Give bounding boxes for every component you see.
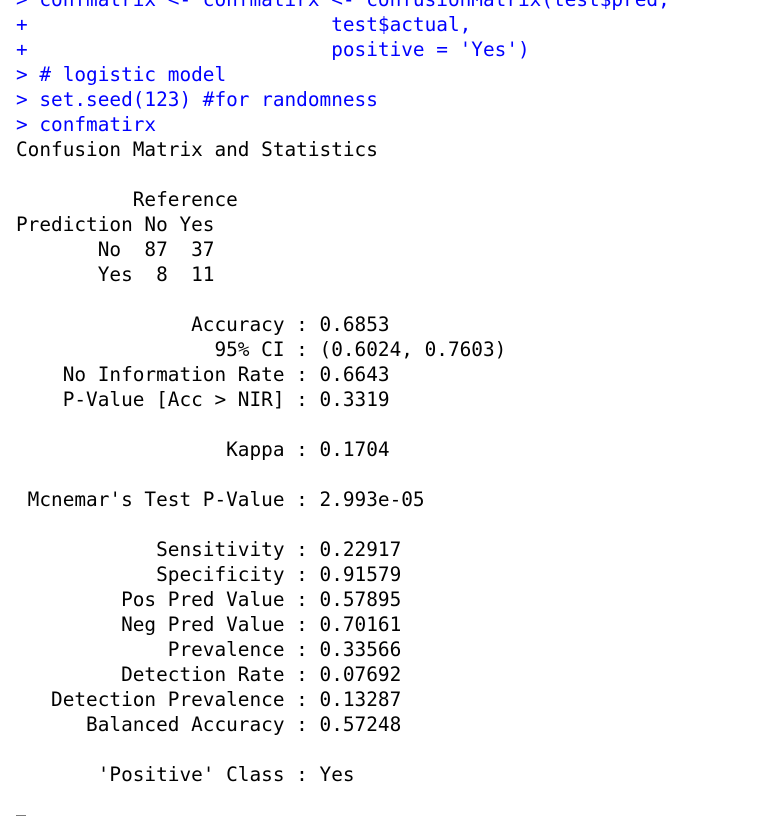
console-output-line: No 87 37 (16, 238, 215, 261)
console-output-line: Prevalence : 0.33566 (16, 638, 402, 661)
console-output-line: P-Value [Acc > NIR] : 0.3319 (16, 388, 390, 411)
console-output-line (0, 787, 761, 816)
console-command-line: > set.seed(123) #for randomness (16, 88, 378, 111)
console-output-line: Detection Prevalence : 0.13287 (16, 688, 402, 711)
console-output-line: No Information Rate : 0.6643 (16, 363, 390, 386)
r-console-output[interactable]: > confmatrix <- confmatirx <- confusionM… (0, 0, 761, 816)
console-output-line: Detection Rate : 0.07692 (16, 663, 402, 686)
console-output-line: Mcnemar's Test P-Value : 2.993e-05 (16, 488, 425, 511)
console-output-line: 95% CI : (0.6024, 0.7603) (16, 338, 507, 361)
console-command-line: + test$actual, (16, 13, 472, 36)
console-output-line: Sensitivity : 0.22917 (16, 538, 402, 561)
console-output-line: Confusion Matrix and Statistics (16, 138, 378, 161)
console-output-line: Neg Pred Value : 0.70161 (16, 613, 402, 636)
console-command-line: > confmatirx (16, 113, 157, 136)
console-prompt-caret (16, 812, 26, 816)
console-output-line: 'Positive' Class : Yes (16, 763, 355, 786)
console-output-line: Reference (16, 188, 238, 211)
console-output-line: Yes 8 11 (16, 263, 215, 286)
console-output-line: Specificity : 0.91579 (16, 563, 402, 586)
console-command-line: > # logistic model (16, 63, 227, 86)
console-command-line: > confmatrix <- confmatirx <- confusionM… (0, 0, 761, 12)
console-output-line: Balanced Accuracy : 0.57248 (16, 713, 402, 736)
console-command-line: + positive = 'Yes') (16, 38, 530, 61)
console-output-line: Kappa : 0.1704 (16, 438, 390, 461)
console-output-line: Prediction No Yes (16, 213, 215, 236)
console-output-line: Pos Pred Value : 0.57895 (16, 588, 402, 611)
console-output-line: Accuracy : 0.6853 (16, 313, 390, 336)
